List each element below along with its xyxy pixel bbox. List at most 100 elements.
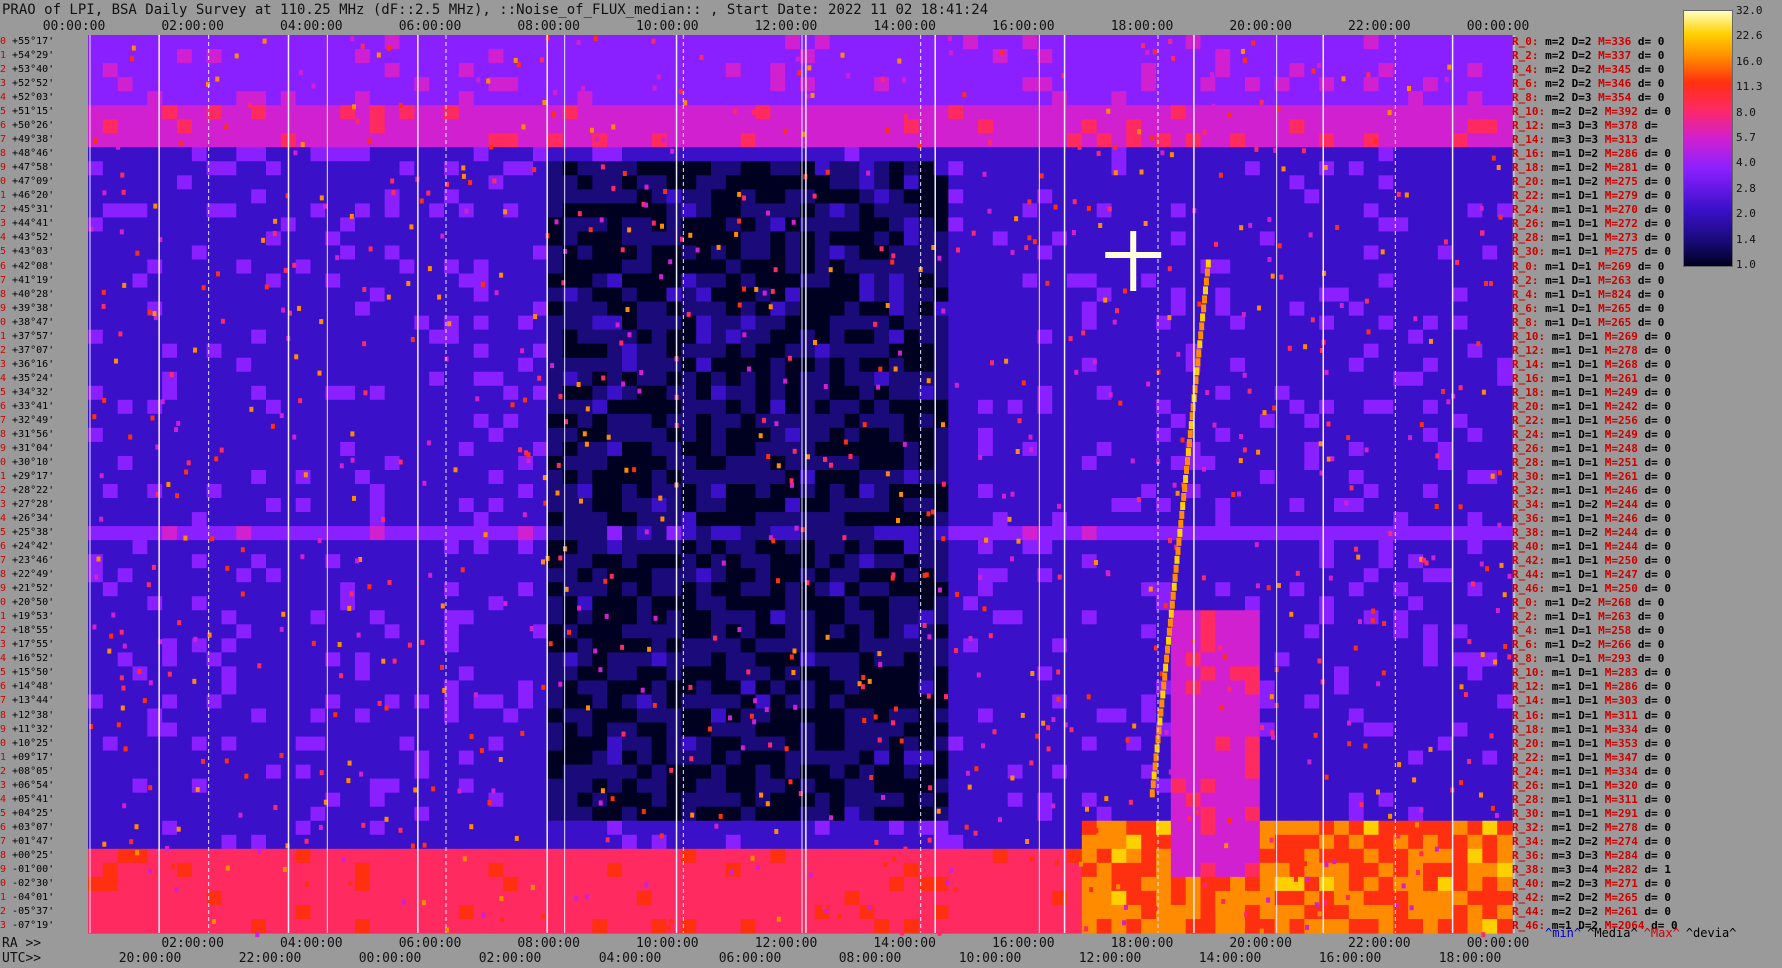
heatmap-cell	[533, 652, 549, 668]
heatmap-cell	[458, 455, 475, 471]
heatmap-cell	[399, 245, 415, 261]
heatmap-cell	[117, 77, 134, 92]
heatmap-cell	[458, 498, 475, 513]
heatmap-cell	[102, 63, 119, 78]
heatmap-cell	[399, 385, 415, 401]
heatmap-cell	[636, 596, 653, 611]
heatmap-cell	[1423, 484, 1439, 499]
heatmap-cell	[1230, 638, 1246, 653]
heatmap-cell	[829, 680, 846, 696]
heatmap-cell	[1452, 427, 1469, 443]
heatmap-cell	[1319, 203, 1335, 219]
heatmap-cell	[414, 35, 430, 50]
heatmap-cell	[533, 694, 549, 710]
heatmap-cell	[503, 147, 519, 162]
heatmap-cell	[1141, 217, 1157, 233]
heatmap-cell	[547, 203, 564, 219]
heatmap-cell	[295, 35, 312, 50]
heatmap-cell	[429, 63, 445, 78]
heatmap-cell	[1378, 694, 1394, 710]
heatmap-cell	[310, 35, 326, 50]
heatmap-cell	[607, 105, 623, 120]
heatmap-cell	[859, 301, 875, 317]
heatmap-cell	[162, 498, 178, 513]
heatmap-cell	[1096, 77, 1113, 92]
heatmap-cell	[963, 498, 979, 513]
heatmap-cell	[102, 596, 119, 611]
heatmap-cell	[1334, 105, 1350, 120]
heatmap-cell	[874, 273, 890, 289]
heatmap-cell	[191, 469, 208, 485]
heatmap-cell	[711, 35, 727, 50]
heatmap-cell	[1408, 175, 1424, 190]
heatmap-cell	[1452, 133, 1469, 148]
heatmap-cell	[399, 35, 415, 50]
heatmap-cell	[666, 273, 682, 289]
heatmap-cell	[547, 722, 564, 738]
heatmap-cell	[711, 273, 727, 289]
heatmap-cell	[369, 554, 386, 569]
heatmap-cell	[458, 329, 475, 345]
heatmap-cell	[1022, 105, 1038, 120]
heatmap-cell	[651, 105, 668, 120]
heatmap-cell	[696, 399, 712, 415]
heatmap-cell	[162, 273, 178, 289]
heatmap-cell	[236, 259, 252, 275]
heatmap-cell	[755, 385, 771, 401]
heatmap-cell	[1096, 329, 1113, 345]
heatmap-cell	[1378, 666, 1394, 682]
heatmap-cell	[533, 666, 549, 682]
heatmap-cell	[1141, 105, 1157, 120]
heatmap-cell	[755, 512, 771, 527]
heatmap-cell	[177, 245, 193, 261]
heatmap-cell	[1289, 343, 1305, 359]
heatmap-cell	[132, 203, 148, 219]
heatmap-cell	[1452, 484, 1469, 499]
heatmap-cell	[310, 413, 326, 429]
heatmap-cell	[1245, 49, 1261, 64]
heatmap-cell	[785, 119, 801, 134]
heatmap-cell	[1319, 175, 1335, 190]
heatmap-cell	[622, 540, 638, 555]
heatmap-cell	[399, 596, 415, 611]
heatmap-cell	[1081, 540, 1098, 555]
heatmap-cell	[636, 666, 653, 682]
heatmap-cell	[1111, 371, 1127, 387]
heatmap-cell	[221, 49, 237, 64]
heatmap-cell	[310, 329, 326, 345]
heatmap-cell	[547, 273, 564, 289]
heatmap-cell	[622, 484, 638, 499]
heatmap-cell	[577, 189, 593, 204]
heatmap-cell	[177, 498, 193, 513]
heatmap-cell	[992, 315, 1009, 331]
heatmap-cell	[711, 217, 727, 233]
heatmap-cell	[266, 287, 282, 303]
heatmap-cell	[236, 273, 252, 289]
heatmap-cell	[369, 343, 386, 359]
heatmap-cell	[785, 413, 801, 429]
heatmap-cell	[533, 245, 549, 261]
heatmap-cell	[547, 119, 564, 134]
heatmap-cell	[429, 554, 445, 569]
heatmap-cell	[266, 399, 282, 415]
heatmap-cell	[458, 49, 475, 64]
heatmap-cell	[1067, 540, 1083, 555]
heatmap-cell	[162, 245, 178, 261]
heatmap-cell	[1096, 49, 1113, 64]
heatmap-cell	[473, 105, 490, 120]
heatmap-cell	[266, 596, 282, 611]
heatmap-cell	[1096, 666, 1113, 682]
heatmap-cell	[310, 568, 326, 583]
heatmap-cell	[1259, 49, 1276, 64]
heatmap-cell	[1289, 259, 1305, 275]
heatmap-cell	[221, 217, 237, 233]
heatmap-cell	[1141, 722, 1157, 738]
heatmap-cell	[607, 455, 623, 471]
heatmap-cell	[1289, 680, 1305, 696]
heatmap-cell	[1452, 722, 1469, 738]
heatmap-cell	[814, 203, 831, 219]
heatmap-cell	[874, 484, 890, 499]
heatmap-cell	[666, 49, 682, 64]
heatmap-cell	[1022, 63, 1038, 78]
heatmap-cell	[1452, 540, 1469, 555]
